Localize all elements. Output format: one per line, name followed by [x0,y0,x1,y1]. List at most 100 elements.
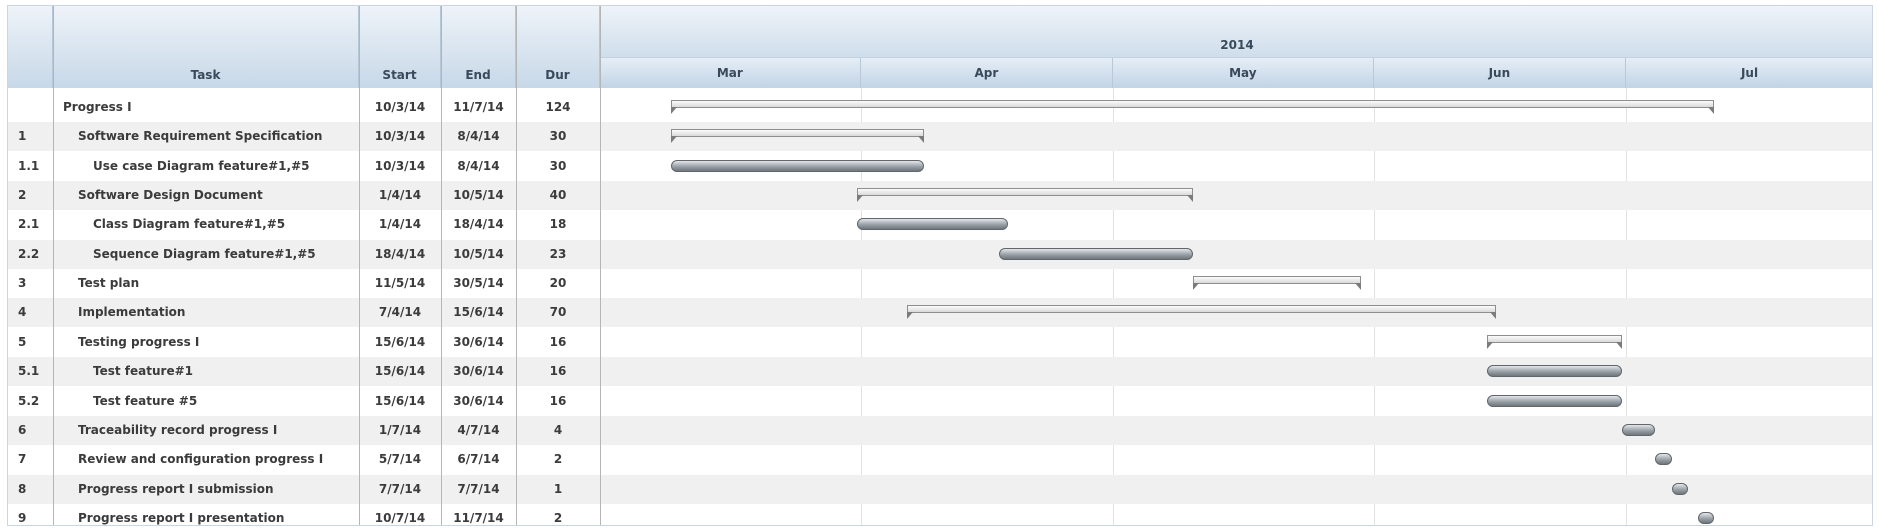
task-start-date: 10/3/14 [374,100,426,114]
header-start[interactable]: Start [359,6,441,88]
task-bar[interactable] [1621,423,1656,436]
task-duration: 16 [549,364,567,379]
task-start-date: 1/7/14 [378,422,422,437]
row-number: 6 [18,422,27,437]
summary-bar[interactable] [671,129,925,144]
task-bar[interactable] [671,159,924,172]
column-divider [516,6,517,525]
task-name: Class Diagram feature#1,#5 [93,217,286,232]
task-duration: 2 [553,510,563,525]
task-start-date: 10/3/14 [374,158,426,173]
task-name: Software Design Document [78,188,263,203]
header-number[interactable] [8,6,53,88]
task-name: Progress report I submission [78,481,274,496]
task-start-date: 10/3/14 [374,129,426,144]
task-duration: 40 [549,188,567,203]
task-bar[interactable] [1697,511,1715,524]
task-duration: 16 [549,393,567,408]
task-end-date: 30/6/14 [453,334,504,349]
task-duration: 23 [549,246,567,261]
row-number: 9 [18,510,27,525]
summary-bar[interactable] [906,305,1496,320]
task-row[interactable]: 5.2 Test feature #5 15/6/14 30/6/14 16 [8,387,1872,416]
task-start-date: 10/7/14 [374,510,426,525]
task-end-date: 11/7/14 [453,510,504,525]
task-name: Progress report I presentation [78,510,285,525]
task-end-date: 30/5/14 [453,276,504,291]
month-label: May [1229,66,1257,80]
task-name: Test feature #5 [93,393,198,408]
task-row[interactable]: 9 Progress report I presentation 10/7/14 11… [8,504,1872,525]
task-row[interactable]: 4 Implementation 7/4/14 15/6/14 70 [8,298,1872,328]
task-row[interactable]: Progress I 10/3/14 11/7/14 124 [8,93,1872,122]
header-task-label: Task [190,68,221,82]
task-row[interactable]: 1.1 Use case Diagram feature#1,#5 10/3/14 8… [8,152,1872,181]
month-header-may: May [1113,58,1374,88]
task-row[interactable]: 2.2 Sequence Diagram feature#1,#5 18/4/14 1… [8,239,1872,269]
row-number: 7 [18,452,27,467]
task-start-date: 11/5/14 [374,276,426,291]
task-row[interactable]: 7 Review and configuration progress I 5/7/… [8,445,1872,474]
row-number: 5.2 [18,393,40,408]
task-duration: 70 [549,305,567,320]
header-duration-label: Dur [545,68,570,82]
task-name: Traceability record progress I [78,422,278,437]
task-bar[interactable] [856,218,1008,231]
header-duration[interactable]: Dur [516,6,600,88]
task-row[interactable]: 6 Traceability record progress I 1/7/14 4/7… [8,415,1872,445]
task-end-date: 30/6/14 [453,364,504,379]
summary-bar[interactable] [856,188,1194,203]
month-label: Mar [716,66,743,80]
header-end-label: End [465,68,491,82]
task-row[interactable]: 2 Software Design Document 1/4/14 10/5/14 40 [8,181,1872,211]
task-name: Review and configuration progress I [78,452,324,467]
header-start-label: Start [382,68,417,82]
task-end-date: 6/7/14 [457,452,500,467]
summary-bar[interactable] [1487,334,1622,349]
task-bar[interactable] [1487,394,1622,407]
header-end[interactable]: End [441,6,516,88]
task-row[interactable]: 3 Test plan 11/5/14 30/5/14 20 [8,269,1872,298]
summary-bar[interactable] [1192,276,1362,291]
row-number: 2 [18,188,27,203]
task-row[interactable]: 1 Software Requirement Specification 10/3/… [8,122,1872,152]
task-duration: 2 [553,452,563,467]
month-header-jul: Jul [1626,58,1872,88]
row-number: 5 [18,334,27,349]
row-number: 3 [18,276,27,291]
task-start-date: 15/6/14 [374,334,426,349]
task-duration: 30 [549,158,567,173]
task-start-date: 7/7/14 [378,481,422,496]
row-number: 5.1 [18,364,40,379]
timeline-year-label: 2014 [1220,38,1254,52]
task-start-date: 1/4/14 [378,188,422,203]
task-end-date: 11/7/14 [453,100,504,114]
timeline-year-band: 2014 [600,6,1872,58]
task-duration: 16 [549,334,567,349]
task-end-date: 15/6/14 [453,305,504,320]
task-bar[interactable] [1655,453,1673,466]
task-duration: 20 [549,276,567,291]
task-name: Progress I [63,100,132,114]
summary-bar[interactable] [671,100,1715,114]
task-bar[interactable] [1487,365,1622,378]
task-end-date: 10/5/14 [453,246,504,261]
column-divider [600,6,601,525]
task-end-date: 8/4/14 [457,158,500,173]
task-row[interactable]: 5.1 Test feature#1 15/6/14 30/6/14 16 [8,357,1872,387]
task-row[interactable]: 8 Progress report I submission 7/7/14 7/7/1… [8,474,1872,504]
task-name: Testing progress I [78,334,200,349]
column-divider [359,6,360,525]
task-bar[interactable] [999,247,1193,260]
task-end-date: 8/4/14 [457,129,500,144]
task-row[interactable]: 2.1 Class Diagram feature#1,#5 1/4/14 18/4/… [8,210,1872,239]
task-end-date: 30/6/14 [453,393,504,408]
task-bar[interactable] [1672,482,1689,495]
row-number: 4 [18,305,27,320]
task-row[interactable]: 5 Testing progress I 15/6/14 30/6/14 16 [8,328,1872,357]
header-task[interactable]: Task [53,6,359,88]
task-name: Sequence Diagram feature#1,#5 [93,246,316,261]
row-number: 8 [18,481,27,496]
task-duration: 124 [545,100,571,114]
column-divider [53,6,54,525]
